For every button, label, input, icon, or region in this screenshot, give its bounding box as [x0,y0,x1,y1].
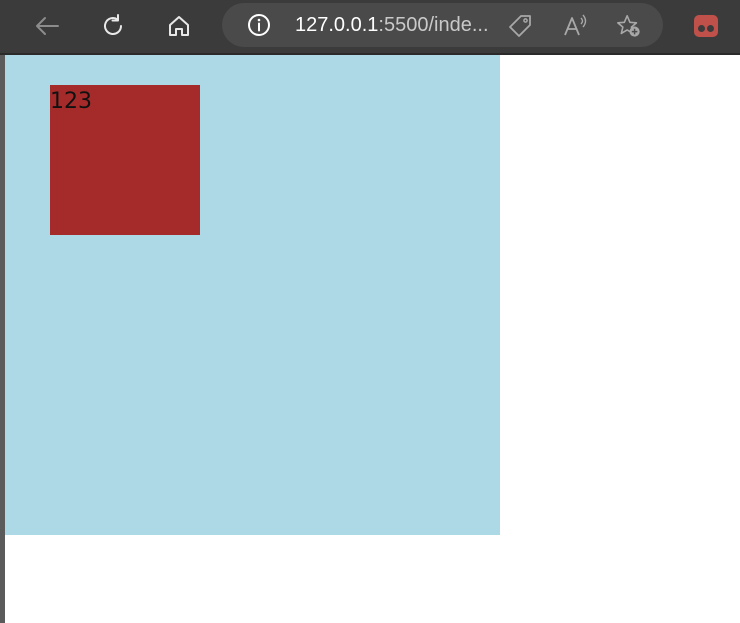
outer-box: 123 [5,55,500,535]
home-button[interactable] [162,9,196,43]
info-icon[interactable] [246,12,272,38]
address-bar[interactable]: 127.0.0.1:5500/inde... [222,3,663,47]
inner-box: 123 [50,85,200,235]
url-text[interactable]: 127.0.0.1:5500/inde... [295,3,489,47]
page-viewport: 123 [5,55,740,623]
favorite-add-icon[interactable] [616,13,642,39]
url-host: 127.0.0.1 [295,14,379,36]
arrow-left-icon [34,15,60,37]
inner-box-text: 123 [50,89,92,114]
read-aloud-icon[interactable] [562,13,588,39]
refresh-button[interactable] [96,9,130,43]
url-path: :5500/inde... [378,14,489,36]
home-icon [166,13,192,39]
browser-toolbar: 127.0.0.1:5500/inde... [0,0,740,55]
back-button[interactable] [30,9,64,43]
refresh-icon [100,13,126,39]
tag-icon[interactable] [507,13,533,39]
extension-icon[interactable] [694,15,718,37]
